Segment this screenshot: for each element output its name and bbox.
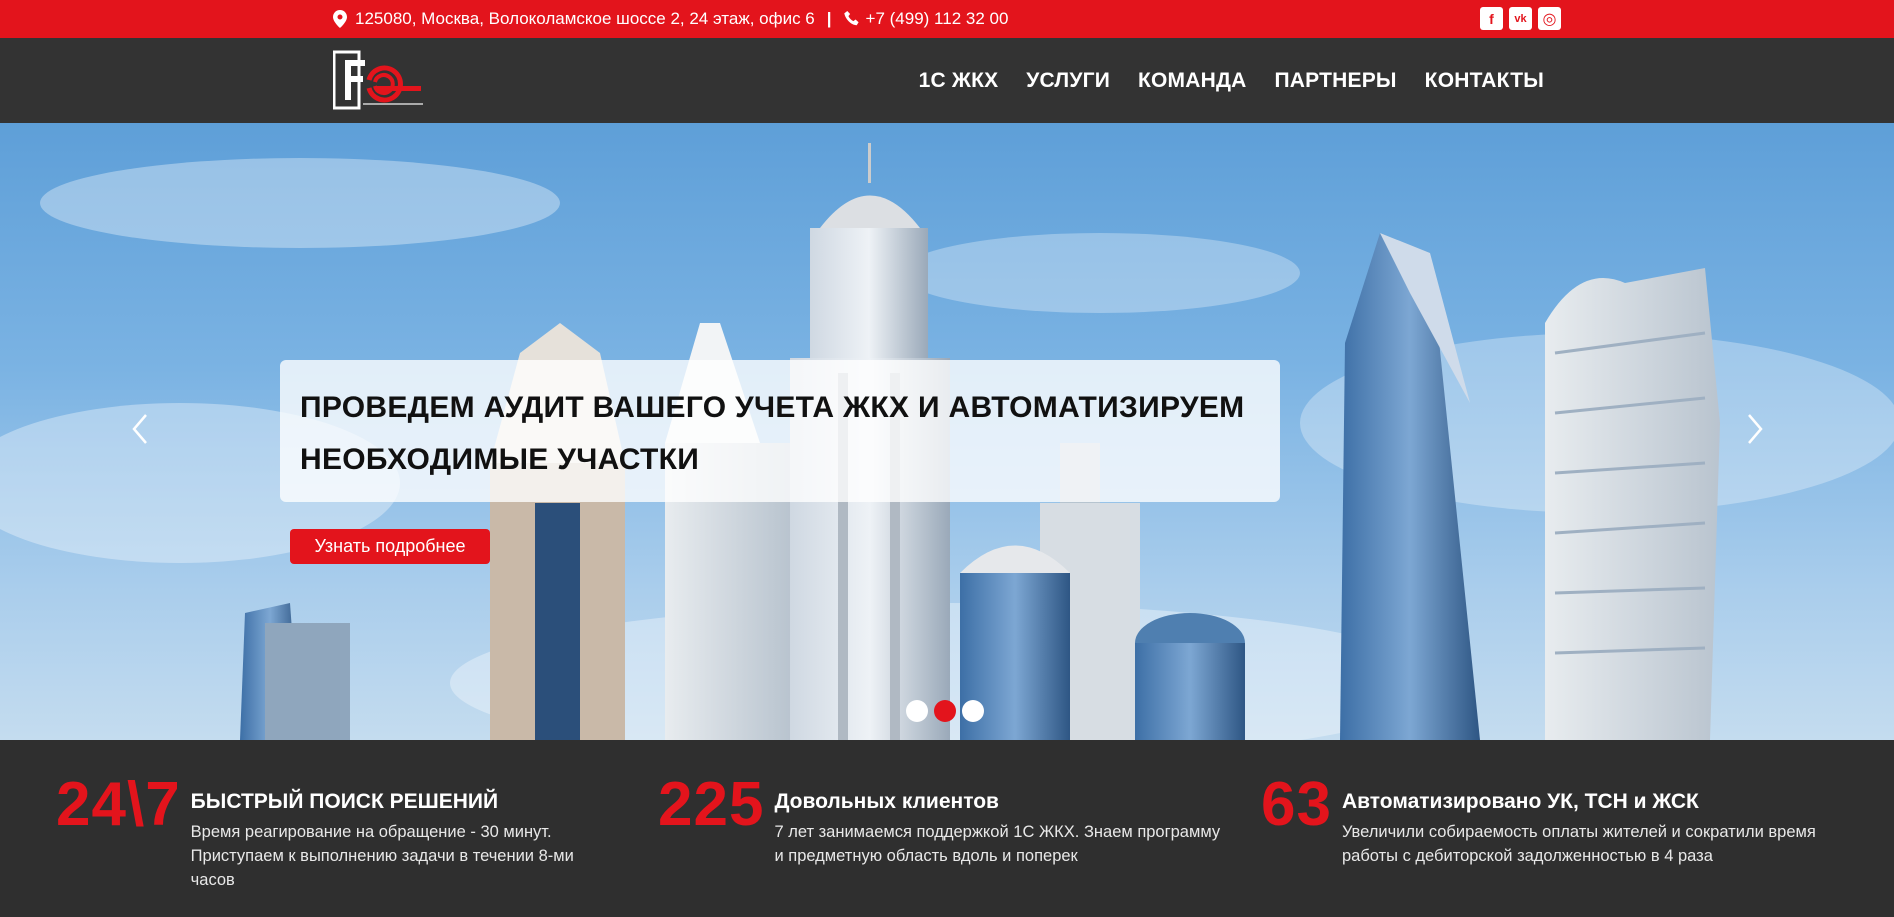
stat-desc-line: Увеличили собираемость оплаты жителей и … xyxy=(1341,823,1816,841)
stat-desc-line: Приступаем к выполнению задачи в течении… xyxy=(190,847,574,865)
stat-number: 225 xyxy=(658,770,765,839)
stat-item: 63 Автоматизировано УК, ТСН и ЖСК Увелич… xyxy=(1261,774,1816,868)
phone-link[interactable]: +7 (499) 112 32 00 xyxy=(866,9,1009,29)
hero-headline: ПРОВЕДЕМ АУДИТ ВАШЕГО УЧЕТА ЖКХ И АВТОМА… xyxy=(300,391,1245,476)
nav-item-contacts[interactable]: КОНТАКТЫ xyxy=(1425,69,1544,93)
company-logo[interactable] xyxy=(332,50,425,112)
slide-dot-1[interactable] xyxy=(906,700,928,722)
stat-description: Увеличили собираемость оплаты жителей и … xyxy=(1342,820,1816,868)
nav-item-1c-zhkh[interactable]: 1С ЖКХ xyxy=(919,69,999,93)
stat-description: Время реагирование на обращение - 30 мин… xyxy=(191,820,574,892)
stat-desc-line: часов xyxy=(190,871,235,889)
learn-more-button[interactable]: Узнать подробнее xyxy=(290,529,490,564)
slider-dots xyxy=(906,700,984,722)
address-text: 125080, Москва, Волоколамское шоссе 2, 2… xyxy=(355,9,815,28)
stat-desc-line: 7 лет занимаемся поддержкой 1С ЖКХ. Знае… xyxy=(774,823,1221,841)
instagram-icon[interactable]: ◎ xyxy=(1538,7,1561,30)
top-bar: 125080, Москва, Волоколамское шоссе 2, 2… xyxy=(0,0,1894,38)
stats-section: 24\7 БЫСТРЫЙ ПОИСК РЕШЕНИЙ Время реагиро… xyxy=(0,740,1894,917)
nav-item-services[interactable]: УСЛУГИ xyxy=(1026,69,1110,93)
nav-item-partners[interactable]: ПАРТНЕРЫ xyxy=(1275,69,1397,93)
vk-icon[interactable]: vk xyxy=(1509,7,1532,30)
map-marker-icon xyxy=(333,10,349,28)
stat-description: 7 лет занимаемся поддержкой 1С ЖКХ. Знае… xyxy=(774,820,1220,868)
facebook-icon[interactable]: f xyxy=(1480,7,1503,30)
slide-dot-2[interactable] xyxy=(934,700,956,722)
phone-icon xyxy=(843,10,860,28)
stat-number: 24\7 xyxy=(56,770,181,839)
stat-desc-line: работы с дебиторской задолженностью в 4 … xyxy=(1341,847,1713,865)
chevron-right-icon[interactable] xyxy=(1743,409,1767,449)
hero-slider: ПРОВЕДЕМ АУДИТ ВАШЕГО УЧЕТА ЖКХ И АВТОМА… xyxy=(0,123,1894,740)
stat-title: БЫСТРЫЙ ПОИСК РЕШЕНИЙ xyxy=(190,790,499,813)
main-nav: 1С ЖКХ УСЛУГИ КОМАНДА ПАРТНЕРЫ КОНТАКТЫ xyxy=(919,38,1544,123)
slide-dot-3[interactable] xyxy=(962,700,984,722)
contact-info: 125080, Москва, Волоколамское шоссе 2, 2… xyxy=(333,0,1008,38)
stat-item: 225 Довольных клиентов 7 лет занимаемся … xyxy=(658,774,1220,868)
stat-title: Автоматизировано УК, ТСН и ЖСК xyxy=(1341,790,1699,813)
social-links: f vk ◎ xyxy=(1480,7,1561,30)
stat-desc-line: Время реагирование на обращение - 30 мин… xyxy=(190,823,552,841)
stat-item: 24\7 БЫСТРЫЙ ПОИСК РЕШЕНИЙ Время реагиро… xyxy=(56,774,574,892)
nav-item-team[interactable]: КОМАНДА xyxy=(1138,69,1247,93)
chevron-left-icon[interactable] xyxy=(128,409,152,449)
site-header: 1С ЖКХ УСЛУГИ КОМАНДА ПАРТНЕРЫ КОНТАКТЫ xyxy=(0,38,1894,123)
stat-desc-line: и предметную область вдоль и поперек xyxy=(774,847,1078,865)
stat-title: Довольных клиентов xyxy=(774,790,999,813)
stat-number: 63 xyxy=(1261,770,1332,839)
hero-caption: ПРОВЕДЕМ АУДИТ ВАШЕГО УЧЕТА ЖКХ И АВТОМА… xyxy=(280,360,1280,502)
contact-separator: | xyxy=(826,9,832,28)
